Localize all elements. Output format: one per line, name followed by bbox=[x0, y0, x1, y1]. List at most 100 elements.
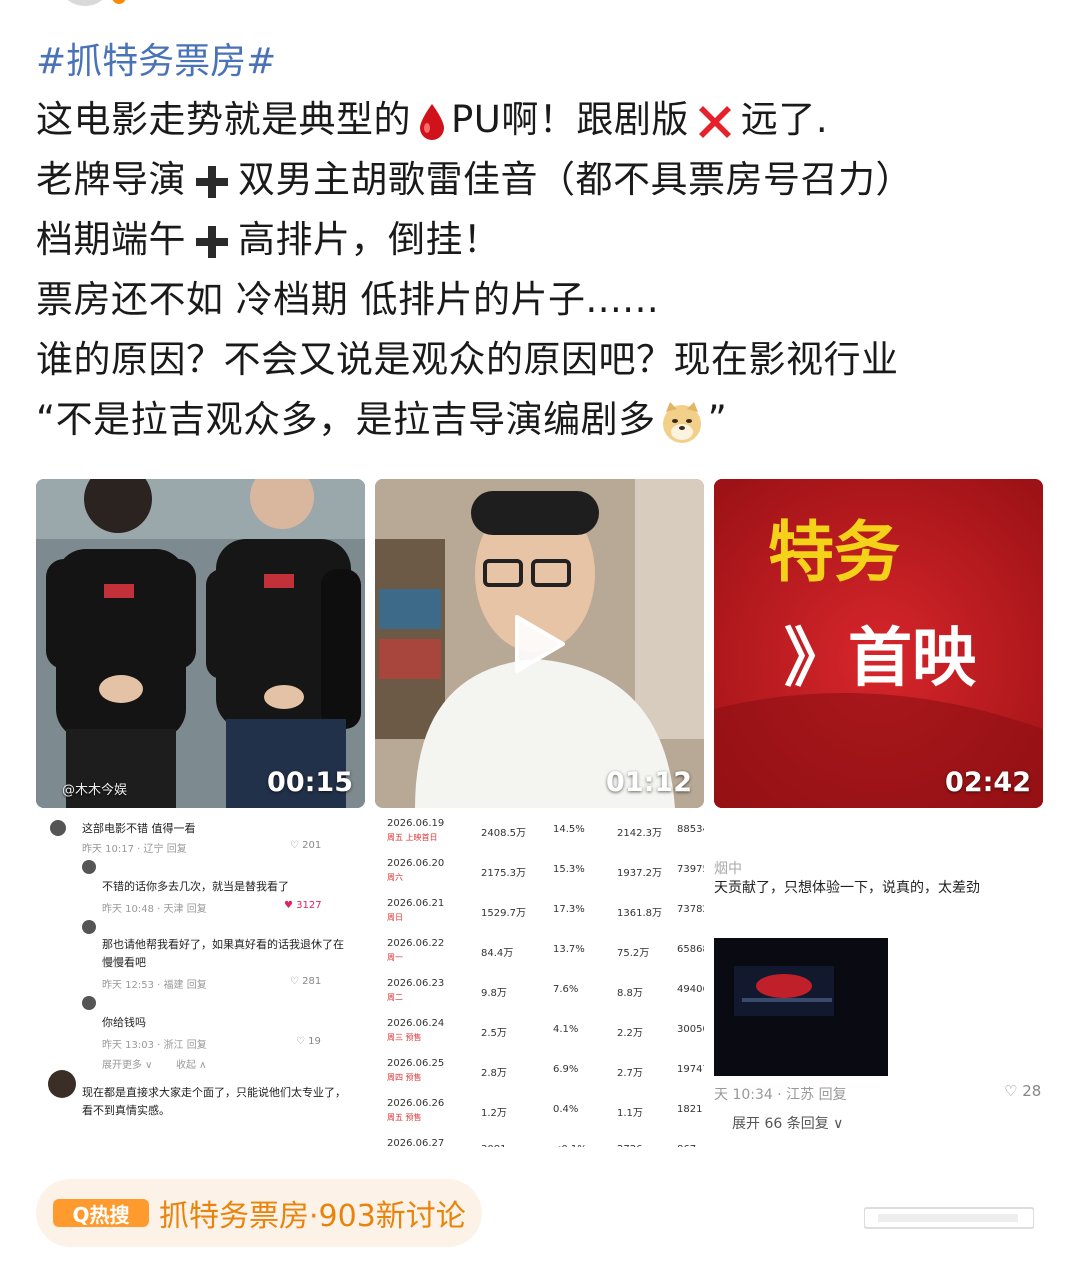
comment-text: 那也请他帮我看好了，如果真好看的话我退休了在 bbox=[102, 938, 344, 951]
table-row: 2026.06.21 周日 1529.7万 17.3% 1361.8万 73782 bbox=[375, 894, 704, 934]
like-number: 201 bbox=[302, 840, 322, 851]
table-cell-d: 73782 bbox=[677, 904, 704, 915]
table-cell-a: 2175.3万 bbox=[481, 868, 526, 879]
comment-meta: 昨天 13:03 · 浙江 回复 bbox=[102, 1040, 207, 1051]
video-duration: 00:15 bbox=[267, 767, 353, 798]
table-cell-c: 1937.2万 bbox=[617, 868, 662, 879]
post-line-1: 这电影走势就是典型的 PU啊！跟剧版 远了. bbox=[36, 90, 1046, 150]
table-cell-date: 2026.06.20 bbox=[387, 858, 445, 869]
topic-hashtag-link[interactable]: #抓特务票房# bbox=[36, 34, 1046, 90]
like-count: ♡ 201 bbox=[290, 840, 322, 851]
table-cell-a: 84.4万 bbox=[481, 948, 514, 959]
table-cell-date: 2026.06.24 bbox=[387, 1018, 445, 1029]
table-cell-week: 周一 bbox=[387, 953, 403, 962]
table-cell-d: 88534 bbox=[677, 824, 704, 835]
avatar bbox=[82, 996, 96, 1010]
comment-text: 看不到真情实感。 bbox=[82, 1104, 170, 1117]
table-cell-d: 65868 bbox=[677, 944, 704, 955]
avatar bbox=[50, 820, 66, 836]
table-cell-b: 13.7% bbox=[553, 944, 585, 955]
table-cell-date: 2026.06.22 bbox=[387, 938, 445, 949]
table-row: 2026.06.26 周五 预售 1.2万 0.4% 1.1万 1821 bbox=[375, 1094, 704, 1134]
avatar[interactable] bbox=[62, 0, 108, 6]
author-avatar-stub[interactable] bbox=[62, 0, 132, 8]
avatar bbox=[82, 920, 96, 934]
table-row: 2026.06.23 周二 9.8万 7.6% 8.8万 49406 bbox=[375, 974, 704, 1014]
table-cell-c: 75.2万 bbox=[617, 948, 650, 959]
watermark-icon bbox=[864, 1207, 1034, 1229]
expand-replies: 展开 66 条回复 ∨ bbox=[732, 1116, 844, 1132]
like-number: 3127 bbox=[296, 900, 322, 911]
table-cell-week: 周二 bbox=[387, 993, 403, 1002]
table-cell-b: 15.3% bbox=[553, 864, 585, 875]
video-thumbnail-1[interactable]: @木木今娱 00:15 bbox=[36, 479, 365, 808]
table-cell-week: 周六 bbox=[387, 873, 403, 882]
text-segment: PU啊！跟剧版 bbox=[451, 98, 689, 141]
video-duration: 02:42 bbox=[945, 767, 1031, 798]
table-cell-b: 4.1% bbox=[553, 1024, 579, 1035]
collapse: 收起 ∧ bbox=[176, 1060, 207, 1071]
heavy-plus-icon bbox=[196, 165, 228, 198]
table-cell-date: 2026.06.25 bbox=[387, 1058, 445, 1069]
like-count: ♡ 28 bbox=[1004, 1082, 1042, 1100]
table-cell-b: 0.4% bbox=[553, 1104, 579, 1115]
comment-text: 这部电影不错 值得一看 bbox=[82, 822, 196, 835]
text-segment: 远了. bbox=[740, 98, 829, 141]
comment-text: 不错的话你多去几次，就当是替我看了 bbox=[102, 880, 289, 893]
table-cell-b: 6.9% bbox=[553, 1064, 579, 1075]
comment-text: 你给钱吗 bbox=[102, 1016, 146, 1029]
text-segment: 这电影走势就是典型的 bbox=[36, 98, 411, 141]
like-count: ♡ 19 bbox=[296, 1036, 321, 1047]
reply-meta: 天 10:34 · 江苏 回复 bbox=[714, 1087, 847, 1103]
comment-text: 慢慢看吧 bbox=[102, 956, 146, 969]
like-count: ♡ 281 bbox=[290, 976, 322, 987]
table-cell-a: 2408.5万 bbox=[481, 828, 526, 839]
table-cell-d: 73975 bbox=[677, 864, 704, 875]
video-title-top: 特务 bbox=[768, 514, 900, 591]
table-cell-week: 周日 bbox=[387, 913, 403, 922]
video-watermark: @木木今娱 bbox=[62, 783, 128, 798]
post-line-5: 谁的原因？不会又说是观众的原因吧？现在影视行业 bbox=[36, 338, 899, 381]
heavy-plus-icon bbox=[196, 225, 228, 258]
like-number: 281 bbox=[302, 976, 322, 987]
comment-meta: 昨天 10:17 · 辽宁 回复 bbox=[82, 844, 187, 855]
video-thumbnail-2[interactable]: 01:12 bbox=[375, 479, 704, 808]
comment-meta: 昨天 12:53 · 福建 回复 bbox=[102, 980, 207, 991]
image-boxoffice-table[interactable]: 2026.06.19 周五 上映首日 2408.5万 14.5% 2142.3万 8853… bbox=[375, 818, 704, 1147]
table-cell-date: 2026.06.21 bbox=[387, 898, 445, 909]
play-icon[interactable] bbox=[513, 613, 567, 675]
table-cell-b: <0.1% bbox=[553, 1144, 587, 1147]
image-reply-screenshot[interactable]: 烟中 天贡献了，只想体验一下，说真的，太差劲 天 10:34 · 江苏 回复 ♡… bbox=[714, 818, 1043, 1147]
table-cell-date: 2026.06.19 bbox=[387, 818, 445, 829]
table-row: 2026.06.19 周五 上映首日 2408.5万 14.5% 2142.3万 8853… bbox=[375, 818, 704, 854]
table-row: 2026.06.24 周三 预售 2.5万 4.1% 2.2万 30050 bbox=[375, 1014, 704, 1054]
verified-badge-icon bbox=[112, 0, 126, 4]
hot-search-pill[interactable]: Q热搜 抓特务票房·903新讨论 bbox=[36, 1179, 482, 1247]
table-row: 2026.06.25 周四 预售 2.8万 6.9% 2.7万 19747 bbox=[375, 1054, 704, 1094]
table-cell-a: 1529.7万 bbox=[481, 908, 526, 919]
table-row: 2026.06.22 周一 84.4万 13.7% 75.2万 65868 bbox=[375, 934, 704, 974]
video-frame-illustration bbox=[36, 479, 365, 808]
doge-emoji-icon bbox=[662, 401, 701, 443]
table-cell-c: 2142.3万 bbox=[617, 828, 662, 839]
table-cell-c: 1.1万 bbox=[617, 1108, 643, 1119]
table-cell-week: 周四 预售 bbox=[387, 1073, 422, 1082]
post-line-4: 票房还不如 冷档期 低排片的片子...... bbox=[36, 278, 660, 321]
video-thumbnail-3[interactable]: 特务 》首映 02:42 bbox=[714, 479, 1043, 808]
table-cell-date: 2026.06.27 bbox=[387, 1138, 445, 1147]
post-line-2: 老牌导演 双男主胡歌雷佳音（都不具票房号召力） bbox=[36, 150, 1046, 210]
like-number: 19 bbox=[308, 1036, 321, 1047]
text-segment: 高排片，倒挂！ bbox=[238, 218, 501, 261]
table-row: 2026.06.20 周六 2175.3万 15.3% 1937.2万 73975 bbox=[375, 854, 704, 894]
table-cell-c: 8.8万 bbox=[617, 988, 643, 999]
reply-text: 天贡献了，只想体验一下，说真的，太差劲 bbox=[714, 880, 980, 896]
cross-mark-icon bbox=[698, 105, 731, 138]
video-duration: 01:12 bbox=[606, 767, 692, 798]
text-segment: ” bbox=[707, 398, 728, 441]
video-title-mid: 》首映 bbox=[784, 622, 976, 696]
table-cell-d: 1821 bbox=[677, 1104, 703, 1115]
image-comments-screenshot[interactable]: 这部电影不错 值得一看 昨天 10:17 · 辽宁 回复 ♡ 201 不错的话你… bbox=[36, 818, 365, 1147]
text-segment: 档期端午 bbox=[36, 218, 186, 261]
table-cell-a: 9.8万 bbox=[481, 988, 507, 999]
table-cell-week: 周五 预售 bbox=[387, 1113, 422, 1122]
